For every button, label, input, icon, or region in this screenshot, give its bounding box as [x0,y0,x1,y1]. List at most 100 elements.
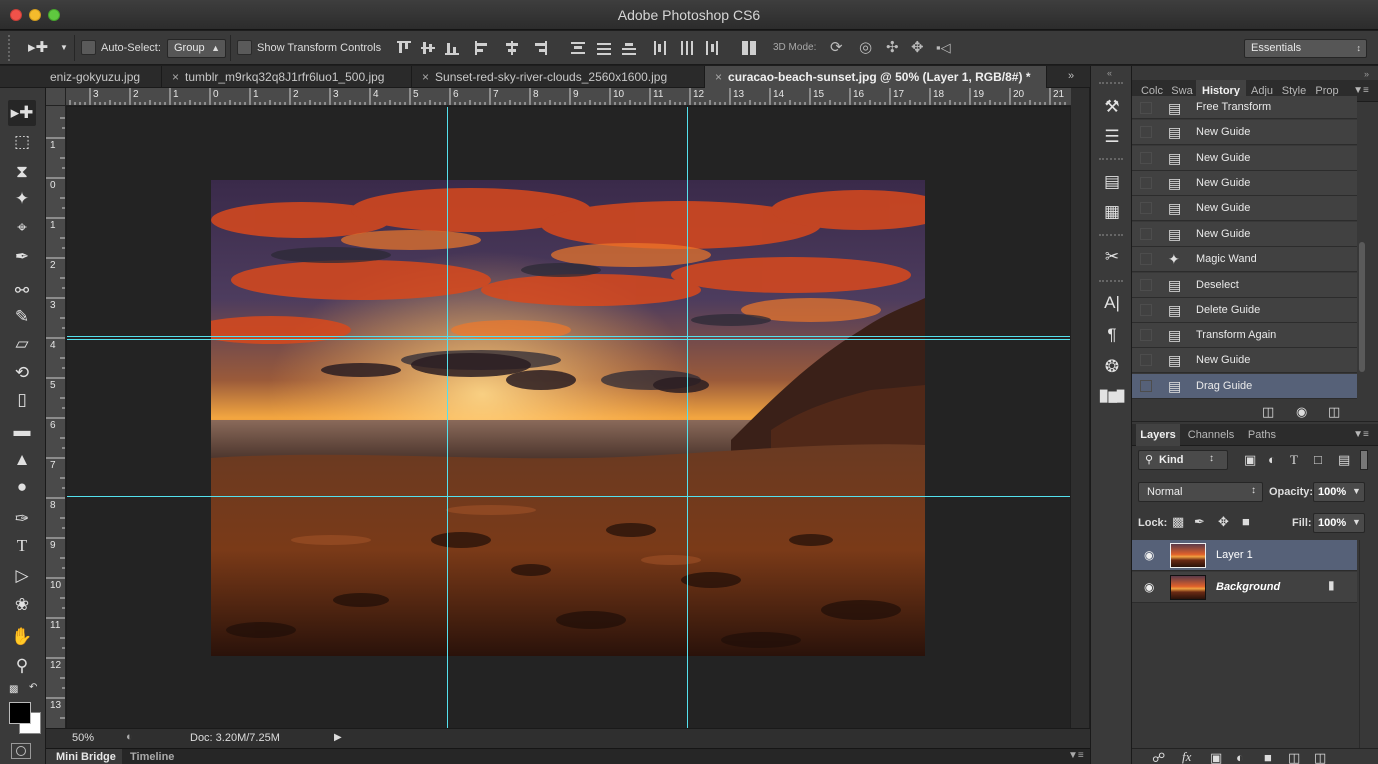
history-item[interactable]: ▤ New Guide [1132,222,1357,247]
type-tool-icon[interactable]: T [8,533,36,559]
align-top-edges-icon[interactable] [397,41,411,55]
filter-type-layers-icon[interactable]: T [1290,452,1298,468]
tool-presets-icon[interactable]: ⚒ [1100,96,1124,118]
options-bar-grip[interactable] [8,35,12,61]
lasso-tool-icon[interactable]: ⧗ [8,159,36,185]
collapse-panel-icon[interactable]: « [1107,68,1112,78]
vertical-scrollbar[interactable] [1071,88,1089,728]
guide-horizontal[interactable] [67,339,1070,340]
lock-image-pixels-icon[interactable]: ✒ [1194,514,1205,530]
brush-tool-icon[interactable]: ✎ [8,304,36,330]
align-vertical-centers-icon[interactable] [421,41,435,55]
chevron-down-icon[interactable]: ▼ [1352,486,1361,496]
add-mask-icon[interactable]: ▣ [1210,750,1222,764]
fill-input[interactable]: 100% ▼ [1313,513,1365,533]
layer-filter-type[interactable]: ⚲ Kind ↕ [1138,450,1228,470]
camera-icon[interactable]: ◉ [1296,404,1307,420]
swap-colors-icon[interactable]: ↶ [29,682,37,693]
snapshot-source-box[interactable] [1140,380,1152,392]
zoom-tool-icon[interactable]: ⚲ [8,653,36,679]
history-item[interactable]: ▤ New Guide [1132,120,1357,145]
history-item[interactable]: ▤ New Guide [1132,196,1357,221]
3d-roll-icon[interactable]: ◎ [859,39,872,57]
guide-horizontal[interactable] [67,336,1070,337]
eye-icon[interactable]: ◉ [1144,580,1154,594]
histogram-panel-icon[interactable]: ▉▇▉ [1100,386,1125,408]
character-panel-icon[interactable]: A| [1100,292,1124,314]
auto-select-checkbox[interactable] [81,40,96,55]
lock-position-icon[interactable]: ✥ [1218,514,1229,530]
lock-all-icon[interactable]: ■ [1242,514,1250,530]
guide-vertical[interactable] [687,107,688,728]
snapshot-source-box[interactable] [1140,152,1152,164]
gradient-tool-icon[interactable]: ▬ [8,418,36,444]
shape-tool-icon[interactable]: ❀ [8,592,36,618]
panel-menu-icon[interactable]: ▼≡ [1348,424,1374,446]
move-tool-preset-icon[interactable]: ▸✚ [28,39,48,57]
tab-timeline[interactable]: Timeline [130,749,174,764]
brush-presets-icon[interactable]: ☰ [1100,126,1124,148]
beach-sunset-photo[interactable] [211,180,925,656]
tab-document-active[interactable]: × curacao-beach-sunset.jpg @ 50% (Layer 1… [705,66,1047,88]
opacity-input[interactable]: 100% ▼ [1313,482,1365,502]
3d-pan-icon[interactable]: ✣ [886,39,899,57]
crop-tool-icon[interactable]: ⌖ [8,215,36,241]
filter-toggle-switch[interactable] [1360,450,1368,470]
close-icon[interactable]: × [422,70,429,84]
history-item[interactable]: ▤ Delete Guide [1132,298,1357,323]
dodge-tool-icon[interactable]: ● [8,474,36,500]
vertical-ruler[interactable]: 1 0 1 2 3 4 5 6 7 8 9 10 11 12 13 [46,106,66,728]
trash-icon[interactable]: ◫ [1328,404,1340,420]
layer-style-fx-icon[interactable]: fx [1182,749,1191,764]
distribute-vertical-centers-icon[interactable] [597,41,611,55]
eraser-tool-icon[interactable]: ▯ [8,387,36,413]
close-icon[interactable]: × [715,70,722,84]
tabs-overflow-icon[interactable]: » [1068,70,1074,82]
panel-menu-icon[interactable]: ▼≡ [1068,750,1084,761]
move-tool-icon[interactable]: ▸✚ [8,100,36,126]
healing-brush-tool-icon[interactable]: ⚯ [8,278,36,304]
tool-presets-scissors-icon[interactable]: ✂ [1100,246,1124,268]
ruler-origin[interactable] [46,88,66,106]
snapshot-source-box[interactable] [1140,329,1152,341]
filter-pixel-layers-icon[interactable]: ▣ [1244,452,1256,468]
distribute-bottom-edges-icon[interactable] [622,41,636,55]
distribute-right-edges-icon[interactable] [705,41,719,55]
default-colors-icon[interactable]: ▩ [9,684,18,695]
snapshot-source-box[interactable] [1140,102,1152,114]
pen-tool-icon[interactable]: ✑ [8,506,36,532]
history-brush-tool-icon[interactable]: ⟲ [8,360,36,386]
panel-grip[interactable] [1099,234,1123,236]
zoom-level[interactable]: 50% [72,732,94,744]
snapshot-source-box[interactable] [1140,279,1152,291]
info-panel-icon[interactable]: ▦ [1100,201,1124,223]
history-item[interactable]: ▤ New Guide [1132,171,1357,196]
link-layers-icon[interactable]: ☍ [1152,750,1165,764]
panel-grip[interactable] [1099,280,1123,282]
snapshot-source-box[interactable] [1140,354,1152,366]
new-layer-icon[interactable]: ◫ [1288,750,1300,764]
filter-adjustment-layers-icon[interactable]: ◐ [1268,452,1276,468]
align-right-edges-icon[interactable] [533,41,547,55]
blend-mode-dropdown[interactable]: Normal ↕ [1138,482,1263,502]
workspace-switcher[interactable]: Essentials ↕ [1244,39,1367,58]
quick-mask-button[interactable] [11,743,31,759]
status-menu-arrow-icon[interactable]: ▶ [334,732,342,743]
panel-grip[interactable] [1099,82,1123,84]
align-left-edges-icon[interactable] [475,41,489,55]
lock-transparent-pixels-icon[interactable]: ▩ [1172,514,1184,530]
eyedropper-tool-icon[interactable]: ✒ [8,244,36,270]
magic-wand-tool-icon[interactable]: ✦ [8,186,36,212]
filter-shape-layers-icon[interactable]: □ [1314,452,1322,468]
layer-row-layer-1[interactable]: ◉ Layer 1 [1132,540,1357,571]
distribute-top-edges-icon[interactable] [571,41,585,55]
foreground-color-swatch[interactable] [9,702,31,724]
guide-horizontal[interactable] [67,496,1070,497]
snapshot-source-box[interactable] [1140,253,1152,265]
history-item-selected[interactable]: ▤ Drag Guide [1132,374,1357,399]
horizontal-ruler[interactable]: 3 2 1 0 1 2 3 4 5 6 7 8 9 10 11 12 13 14… [46,88,1071,106]
chevron-down-icon[interactable]: ▼ [60,39,68,57]
notes-icon[interactable]: ▤ [1100,171,1124,193]
collapse-panel-icon[interactable]: » [1364,69,1369,79]
hand-tool-icon[interactable]: ✋ [8,624,36,650]
